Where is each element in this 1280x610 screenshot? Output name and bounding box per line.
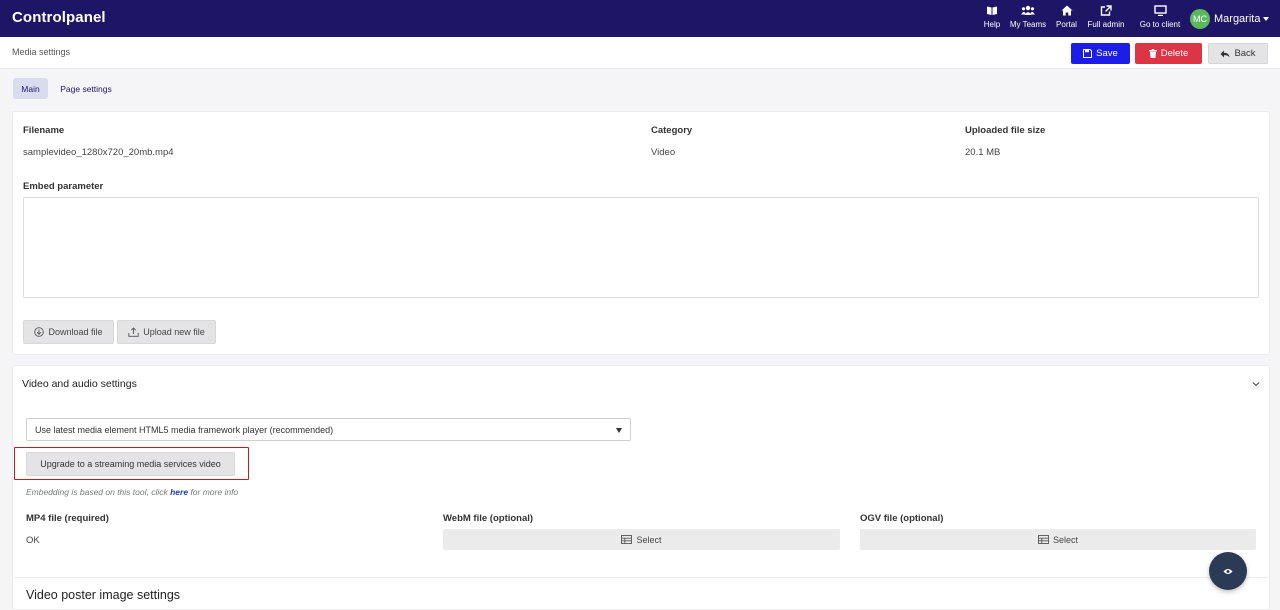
delete-label: Delete (1160, 48, 1189, 59)
chevron-down-icon[interactable] (1252, 380, 1260, 388)
section-divider (14, 577, 1268, 578)
file-size-value: 20.1 MB (965, 147, 1001, 158)
teams-icon (1009, 5, 1047, 19)
nav-my-teams[interactable]: My Teams (1009, 5, 1047, 29)
nav-full-admin[interactable]: Full admin (1086, 5, 1126, 29)
webm-label: WebM file (optional) (443, 513, 534, 524)
embed-parameter-label: Embed parameter (23, 181, 104, 192)
player-select[interactable]: Use latest media element HTML5 media fra… (26, 418, 631, 441)
save-button[interactable]: Save (1071, 43, 1130, 64)
table-icon (621, 535, 633, 544)
save-icon (1083, 49, 1093, 58)
ogv-label: OGV file (optional) (860, 513, 944, 524)
filename-value: samplevideo_1280x720_20mb.mp4 (23, 147, 174, 158)
delete-button[interactable]: Delete (1135, 43, 1202, 64)
help-icon (982, 5, 1002, 19)
home-icon (1054, 5, 1079, 19)
poster-section-title: Video poster image settings (26, 588, 181, 602)
nav-my-teams-label: My Teams (1009, 20, 1047, 29)
breadcrumb: Media settings (12, 47, 71, 57)
nav-go-to-client-label: Go to client (1139, 20, 1181, 29)
ogv-select-button[interactable]: Select (860, 529, 1256, 550)
download-file-label: Download file (48, 327, 103, 337)
tab-page-settings[interactable]: Page settings (55, 78, 117, 99)
note-here-link[interactable]: here (170, 487, 188, 497)
embed-parameter-textarea[interactable] (23, 197, 1259, 298)
back-label: Back (1234, 48, 1256, 59)
upload-icon (128, 327, 139, 337)
note-prefix: Embedding is based on this tool, click (26, 487, 171, 497)
download-file-button[interactable]: Download file (23, 320, 114, 344)
nav-portal[interactable]: Portal (1054, 5, 1079, 29)
save-label: Save (1096, 48, 1118, 59)
ogv-select-label: Select (1052, 534, 1078, 545)
select-arrow-icon (616, 428, 622, 433)
monitor-icon (1138, 5, 1182, 19)
player-select-value: Use latest media element HTML5 media fra… (35, 424, 334, 435)
download-icon (34, 327, 45, 337)
webm-select-label: Select (636, 534, 662, 545)
trash-icon (1148, 49, 1157, 58)
brand-logo[interactable]: Controlpanel (12, 9, 106, 26)
file-size-label: Uploaded file size (965, 125, 1046, 136)
category-label: Category (651, 125, 693, 136)
upload-new-file-label: Upload new file (143, 327, 205, 337)
embedding-note: Embedding is based on this tool, click h… (26, 487, 238, 497)
back-arrow-icon (1220, 50, 1230, 57)
external-link-icon (1086, 5, 1126, 19)
nav-portal-label: Portal (1056, 20, 1077, 29)
category-value: Video (651, 147, 676, 158)
upload-new-file-button[interactable]: Upload new file (117, 320, 216, 344)
note-suffix: for more info (188, 487, 239, 497)
user-menu[interactable]: MC Margarita (1190, 8, 1270, 29)
table-icon (1038, 535, 1049, 544)
nav-help-label: Help (983, 20, 1001, 29)
upgrade-streaming-button[interactable]: Upgrade to a streaming media services vi… (26, 452, 235, 476)
preview-fab-button[interactable] (1209, 552, 1247, 590)
nav-full-admin-label: Full admin (1087, 20, 1125, 29)
top-navbar: Controlpanel Help My Teams Portal Full a… (0, 0, 1280, 37)
filename-label: Filename (23, 125, 65, 136)
video-audio-section-title[interactable]: Video and audio settings (22, 378, 137, 390)
eye-icon (1223, 568, 1233, 574)
tab-main[interactable]: Main (13, 78, 48, 99)
webm-select-button[interactable]: Select (443, 529, 840, 550)
mp4-label: MP4 file (required) (26, 513, 109, 524)
avatar: MC (1190, 8, 1210, 29)
user-name: Margarita (1214, 12, 1261, 25)
mp4-status: OK (26, 535, 40, 546)
nav-help[interactable]: Help (982, 5, 1002, 29)
nav-go-to-client[interactable]: Go to client (1138, 5, 1182, 29)
caret-down-icon (1263, 16, 1270, 21)
back-button[interactable]: Back (1208, 43, 1268, 64)
